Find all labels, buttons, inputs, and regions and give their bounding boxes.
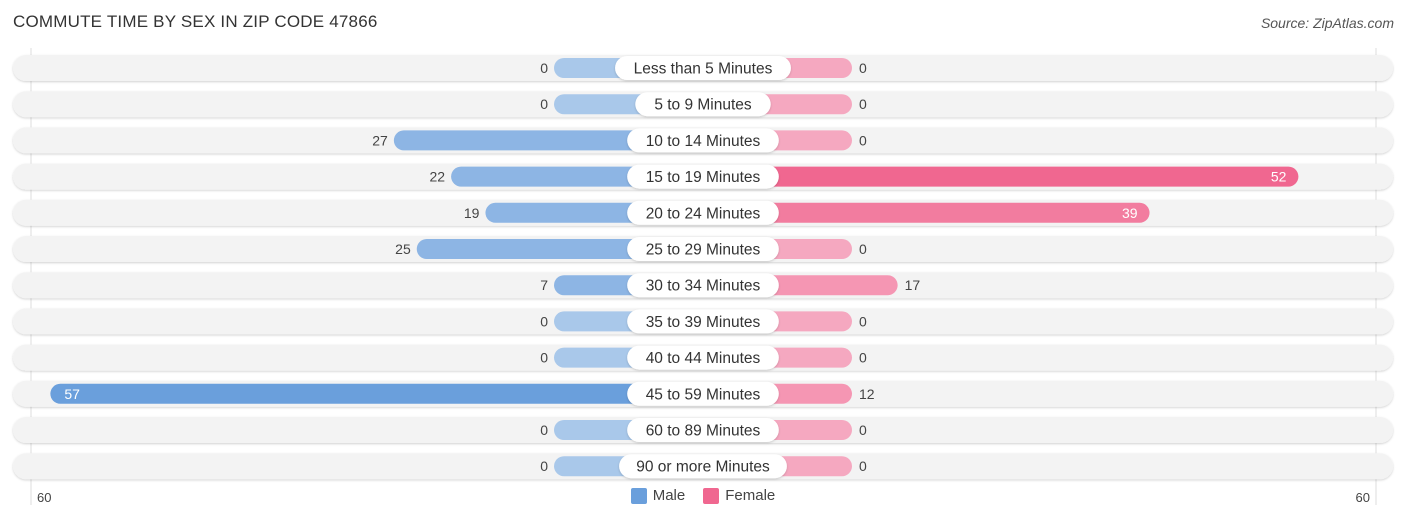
category-label: 90 or more Minutes: [636, 459, 770, 476]
chart-canvas: 0 0 Less than 5 Minutes 0 0 5 to 9 Minutes 27 0…: [13, 48, 1393, 505]
value-label-male: 0: [540, 313, 548, 329]
value-label-female: 17: [905, 277, 921, 293]
chart-row: 0 0 60 to 89 Minutes: [13, 417, 1393, 443]
legend-label-male: Male: [652, 487, 686, 504]
legend-label-female: Female: [725, 487, 776, 504]
category-label: 15 to 19 Minutes: [646, 169, 761, 186]
bar-female[interactable]: [703, 166, 1299, 187]
value-label-male: 7: [540, 277, 548, 293]
category-label: 35 to 39 Minutes: [646, 314, 761, 331]
value-label-male: 0: [540, 60, 548, 76]
value-label-male: 25: [395, 241, 411, 257]
value-label-male: 0: [540, 458, 548, 474]
value-label-female: 0: [859, 60, 867, 76]
value-label-female: 12: [859, 386, 875, 402]
value-label-female: 0: [859, 96, 867, 112]
value-label-male: 57: [64, 386, 80, 402]
category-label: 40 to 44 Minutes: [646, 350, 761, 367]
category-label: 5 to 9 Minutes: [654, 97, 752, 114]
legend-swatch-male: [630, 487, 647, 504]
value-label-female: 0: [859, 350, 867, 366]
value-label-male: 0: [540, 350, 548, 366]
chart-row: 7 17 30 to 34 Minutes: [13, 272, 1393, 299]
value-label-female: 52: [1271, 169, 1287, 185]
category-label: 20 to 24 Minutes: [646, 205, 761, 222]
value-label-male: 27: [372, 132, 388, 148]
value-label-male: 0: [540, 96, 548, 112]
bar-male[interactable]: [50, 383, 704, 404]
legend-item-male[interactable]: Male: [630, 487, 686, 504]
category-label: Less than 5 Minutes: [634, 61, 773, 78]
category-label: 30 to 34 Minutes: [646, 278, 761, 295]
category-label: 45 to 59 Minutes: [646, 386, 761, 403]
chart-row: 0 0 35 to 39 Minutes: [13, 308, 1393, 335]
chart-row: 0 0 90 or more Minutes: [13, 453, 1393, 480]
value-label-male: 19: [464, 205, 480, 221]
chart-row: 0 0 5 to 9 Minutes: [13, 91, 1393, 118]
chart-row: 0 0 Less than 5 Minutes: [13, 55, 1393, 81]
value-label-female: 0: [859, 458, 867, 474]
legend-item-female[interactable]: Female: [703, 487, 775, 504]
category-label: 10 to 14 Minutes: [646, 133, 761, 150]
legend: Male Female: [0, 487, 1406, 504]
chart-row: 25 0 25 to 29 Minutes: [13, 236, 1393, 262]
chart-row: 19 39 20 to 24 Minutes: [13, 199, 1393, 226]
value-label-female: 39: [1122, 205, 1138, 221]
value-label-female: 0: [859, 313, 867, 329]
legend-swatch-female: [703, 487, 720, 504]
chart-row: 57 12 45 to 59 Minutes: [13, 380, 1393, 407]
value-label-female: 0: [859, 422, 867, 438]
chart-row: 22 52 15 to 19 Minutes: [13, 163, 1393, 190]
value-label-male: 22: [430, 169, 446, 185]
chart-row: 27 0 10 to 14 Minutes: [13, 127, 1393, 154]
value-label-male: 0: [540, 422, 548, 438]
value-label-female: 0: [859, 132, 867, 148]
category-label: 25 to 29 Minutes: [646, 242, 761, 259]
value-label-female: 0: [859, 241, 867, 257]
category-label: 60 to 89 Minutes: [646, 423, 761, 440]
chart-row: 0 0 40 to 44 Minutes: [13, 344, 1393, 371]
